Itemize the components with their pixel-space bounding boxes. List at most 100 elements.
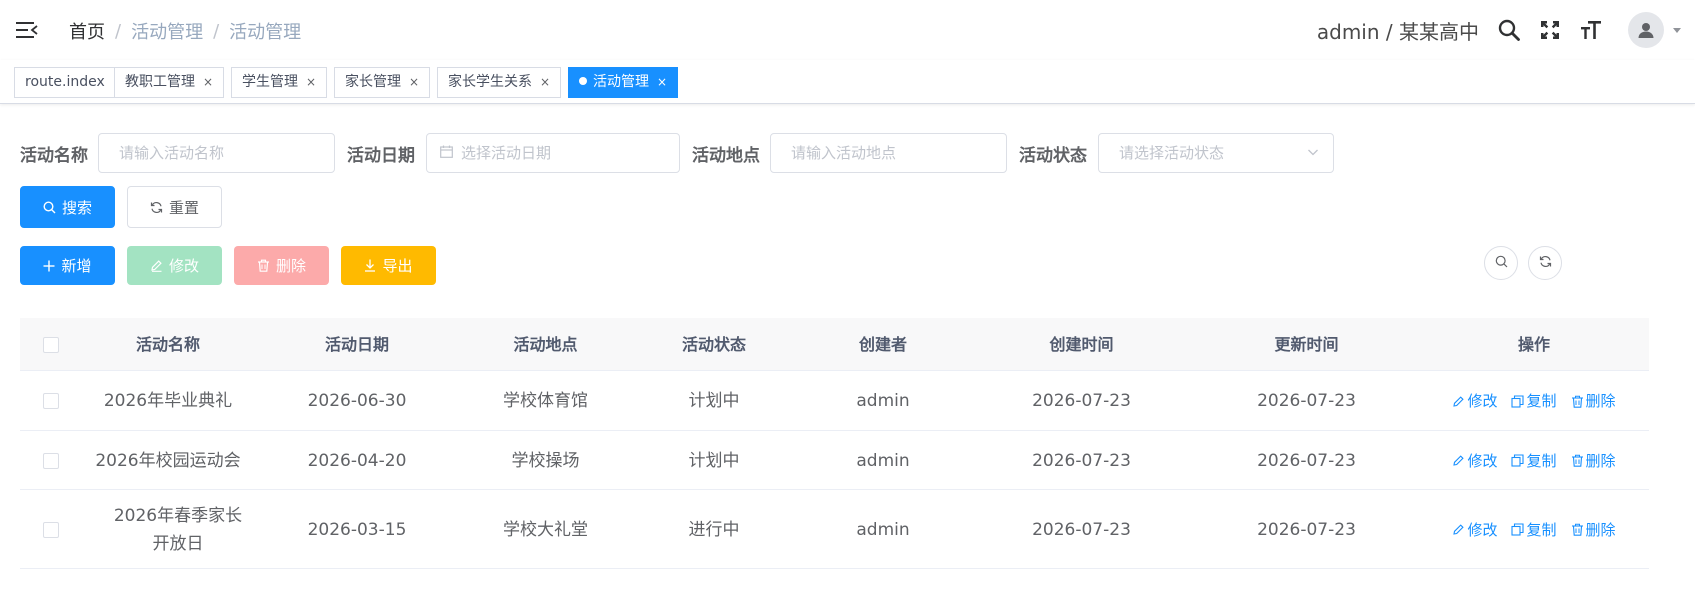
activity-location-input[interactable]: 请输入活动地点: [770, 133, 1007, 173]
row-copy-label: 复制: [1526, 392, 1557, 410]
row-checkbox[interactable]: [43, 393, 59, 409]
edit-icon: [1453, 524, 1465, 535]
cell-status: 进行中: [688, 519, 740, 540]
tag-parent-management[interactable]: 家长管理 ×: [334, 67, 431, 98]
close-icon[interactable]: ×: [657, 75, 667, 89]
close-icon[interactable]: ×: [306, 75, 316, 89]
breadcrumb-activity-current: 活动管理: [229, 22, 302, 43]
close-icon[interactable]: ×: [203, 75, 213, 89]
search-icon: [1495, 255, 1508, 272]
row-checkbox-cell: [20, 490, 82, 569]
copy-icon: [1511, 454, 1525, 467]
column-header: 创建者: [858, 335, 907, 354]
row-delete-label: 删除: [1585, 520, 1616, 539]
row-delete-link[interactable]: 删除: [1571, 516, 1616, 544]
activity-status-select[interactable]: 请选择活动状态: [1098, 133, 1334, 173]
cell-creator: admin: [856, 391, 910, 411]
cell-actions: 修改 复制 删除: [1419, 371, 1649, 431]
edit-button-label: 修改: [168, 257, 199, 275]
row-delete-link[interactable]: 删除: [1571, 387, 1616, 415]
reset-button-label: 重置: [168, 198, 199, 217]
breadcrumb-home[interactable]: 首页: [69, 18, 105, 44]
edit-icon: [150, 259, 163, 272]
refresh-icon: [1539, 255, 1552, 272]
table-row: 2026年毕业典礼 2026-06-30 学校体育馆 计划中 admin 202…: [20, 371, 1649, 431]
add-button-label: 新增: [61, 257, 92, 275]
row-edit-label: 修改: [1467, 451, 1498, 470]
tag-parent-student-relation[interactable]: 家长学生关系 ×: [437, 67, 562, 98]
chevron-down-icon[interactable]: [1673, 27, 1681, 33]
row-copy-label: 复制: [1526, 520, 1557, 539]
user-school-text: admin / 某某高中: [1316, 19, 1479, 44]
column-header: 活动地点: [513, 335, 578, 354]
search-icon[interactable]: [1497, 18, 1521, 42]
reset-button[interactable]: 重置: [127, 186, 222, 228]
font-size-icon[interactable]: [1579, 18, 1603, 42]
column-header: 活动状态: [681, 335, 746, 354]
table-header: 活动名称 活动日期 活动地点 活动状态 创建者 创建时间 更新时间 操作: [20, 318, 1649, 371]
cell-created: 2026-07-23: [1032, 519, 1131, 540]
row-delete-link[interactable]: 删除: [1571, 447, 1616, 475]
fullscreen-icon[interactable]: [1538, 18, 1562, 42]
row-copy-link[interactable]: 复制: [1511, 516, 1557, 544]
trash-icon: [1571, 395, 1583, 408]
column-header: 活动日期: [324, 335, 389, 354]
search-button-label: 搜索: [61, 198, 92, 217]
tag-student-management[interactable]: 学生管理 ×: [231, 67, 328, 98]
calendar-icon: [440, 134, 453, 172]
tag-route-index[interactable]: route.index: [14, 67, 116, 98]
breadcrumb: 首页 / 活动管理 / 活动管理: [69, 18, 301, 44]
close-icon[interactable]: ×: [540, 75, 550, 89]
row-checkbox[interactable]: [43, 452, 59, 469]
breadcrumb-separator: /: [115, 20, 122, 42]
breadcrumb-separator: /: [213, 20, 220, 42]
tag-label: 活动管理: [593, 74, 649, 90]
edit-button[interactable]: 修改: [127, 246, 222, 285]
refresh-table-button[interactable]: [1528, 246, 1562, 280]
cell-updated: 2026-07-23: [1257, 450, 1356, 471]
input-placeholder: 选择活动日期: [461, 144, 552, 162]
column-header: 创建时间: [1049, 335, 1114, 354]
table-row: 2026年校园运动会 2026-04-20 学校操场 计划中 admin 202…: [20, 431, 1649, 490]
row-edit-link[interactable]: 修改: [1452, 447, 1497, 475]
row-edit-link[interactable]: 修改: [1452, 387, 1497, 415]
tag-staff-management[interactable]: 教职工管理 ×: [114, 67, 225, 98]
breadcrumb-activity-parent: 活动管理: [131, 22, 204, 43]
activity-date-picker[interactable]: 选择活动日期: [426, 133, 680, 173]
row-edit-link[interactable]: 修改: [1452, 516, 1497, 544]
cell-name: 2026年春季家长开放日: [113, 505, 243, 554]
search-button[interactable]: 搜索: [20, 186, 115, 228]
cell-date: 2026-04-20: [307, 450, 407, 471]
cell-creator: admin: [856, 519, 910, 540]
row-delete-label: 删除: [1585, 451, 1616, 470]
avatar[interactable]: [1628, 12, 1664, 48]
cell-name: 2026年毕业典礼: [103, 391, 233, 411]
activity-name-input[interactable]: 请输入活动名称: [98, 133, 335, 173]
tag-label: 教职工管理: [125, 74, 195, 90]
hamburger-menu-icon[interactable]: [16, 21, 38, 39]
row-checkbox-cell: [20, 371, 82, 431]
row-copy-link[interactable]: 复制: [1511, 447, 1557, 475]
tag-label: 家长管理: [345, 74, 401, 90]
search-icon: [43, 200, 56, 214]
select-placeholder: 请选择活动状态: [1119, 144, 1225, 162]
add-button[interactable]: 新增: [20, 246, 115, 285]
delete-button[interactable]: 删除: [234, 246, 329, 285]
export-button[interactable]: 导出: [341, 246, 436, 285]
navbar: 首页 / 活动管理 / 活动管理 admin / 某某高中: [0, 0, 1695, 60]
copy-icon: [1511, 394, 1525, 408]
activity-status-label: 活动状态: [1019, 146, 1087, 166]
activity-name-label: 活动名称: [20, 146, 88, 166]
toggle-search-button[interactable]: [1484, 246, 1518, 280]
row-checkbox[interactable]: [43, 521, 59, 538]
cell-name: 2026年校园运动会: [95, 450, 241, 471]
cell-location: 学校大礼堂: [503, 519, 588, 540]
select-all-checkbox[interactable]: [43, 336, 59, 353]
chevron-down-icon: [1307, 134, 1319, 172]
column-header: 操作: [1517, 335, 1550, 354]
cell-date: 2026-06-30: [307, 391, 407, 411]
close-icon[interactable]: ×: [409, 75, 419, 89]
row-copy-link[interactable]: 复制: [1511, 387, 1557, 415]
cell-created: 2026-07-23: [1032, 450, 1131, 471]
tag-activity-management[interactable]: 活动管理 ×: [568, 67, 679, 98]
